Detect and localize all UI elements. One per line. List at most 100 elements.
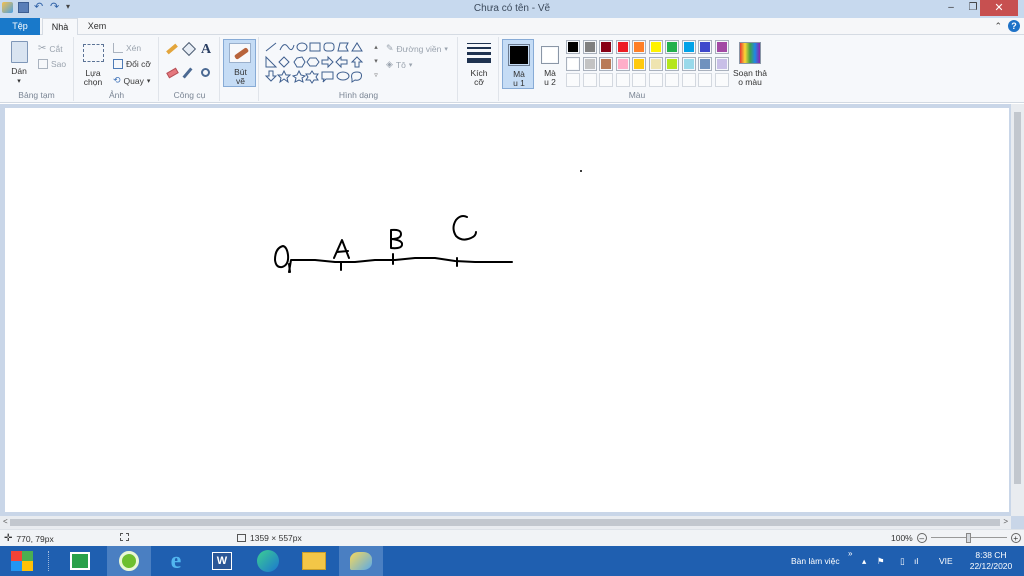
horizontal-scrollbar[interactable]: < >	[0, 516, 1011, 529]
taskbar-store[interactable]	[58, 546, 102, 576]
minimize-button[interactable]: –	[940, 0, 962, 16]
color-picker-icon[interactable]	[182, 67, 193, 79]
axis-line	[288, 257, 513, 273]
taskbar-explorer[interactable]	[292, 546, 336, 576]
palette-swatch[interactable]	[665, 40, 679, 54]
tray-overflow-icon[interactable]: ▴	[862, 546, 866, 576]
language-indicator[interactable]: VIE	[939, 546, 953, 576]
palette-swatch[interactable]	[714, 40, 729, 54]
palette-swatch[interactable]	[714, 73, 729, 87]
tab-file[interactable]: Tệp	[0, 18, 40, 35]
magnifier-icon[interactable]	[201, 68, 210, 77]
taskbar-word[interactable]: W	[200, 546, 244, 576]
chevron-right-icon[interactable]: »	[848, 538, 852, 568]
resize-button[interactable]: Đổi cỡ	[113, 59, 151, 69]
network-icon[interactable]: ıl	[914, 546, 918, 576]
taskbar-gripper	[48, 551, 51, 571]
palette-swatch[interactable]	[714, 56, 729, 71]
rotate-button[interactable]: ⟲ Quay ▾	[113, 75, 150, 86]
palette-swatch[interactable]	[566, 56, 580, 71]
flag-icon[interactable]: ⚑	[877, 546, 885, 576]
palette-swatch[interactable]	[566, 73, 580, 87]
taskbar-edge[interactable]	[246, 546, 290, 576]
palette-swatch[interactable]	[582, 40, 597, 54]
palette-swatch[interactable]	[648, 40, 663, 54]
palette-swatch[interactable]	[681, 40, 696, 54]
horizontal-scroll-thumb[interactable]	[10, 519, 1000, 526]
palette-swatch[interactable]	[582, 73, 597, 87]
brushes-button[interactable]: Bút vẽ	[223, 39, 256, 87]
select-rect-icon	[83, 44, 104, 62]
palette-swatch[interactable]	[632, 73, 646, 87]
drawing-canvas[interactable]: O A B C	[5, 108, 1009, 512]
fill-bucket-icon[interactable]	[181, 41, 197, 57]
palette-swatch-fill	[617, 58, 628, 69]
scroll-right-icon[interactable]: >	[1003, 517, 1008, 526]
shapes-gallery[interactable]	[264, 41, 372, 87]
group-colors: Mà u 1 Mà u 2 Soạn thả o màu Màu	[500, 37, 774, 101]
size-button[interactable]: Kích cỡ	[463, 39, 495, 89]
zoom-slider[interactable]	[930, 533, 1007, 543]
zoom-slider-thumb[interactable]	[965, 533, 971, 543]
crop-icon	[113, 43, 123, 53]
palette-swatch[interactable]	[566, 40, 580, 54]
clock[interactable]: 8:38 CH 22/12/2020	[962, 546, 1020, 576]
palette-swatch[interactable]	[665, 73, 679, 87]
taskbar-coccoc[interactable]	[107, 546, 151, 576]
palette-swatch[interactable]	[582, 56, 597, 71]
palette-swatch[interactable]	[648, 56, 663, 71]
palette-swatch[interactable]	[615, 56, 630, 71]
edit-colors-label-2: o màu	[738, 77, 762, 87]
desktop-toolbar[interactable]: Bàn làm việc	[791, 546, 840, 576]
copy-button[interactable]: Sao	[38, 59, 66, 69]
palette-swatch[interactable]	[681, 73, 696, 87]
palette-swatch[interactable]	[599, 56, 613, 71]
taskbar-ie[interactable]: e	[154, 546, 198, 576]
taskbar-paint[interactable]	[339, 546, 383, 576]
vertical-scroll-thumb[interactable]	[1014, 112, 1021, 484]
eraser-icon[interactable]	[166, 67, 179, 79]
palette-swatch[interactable]	[599, 73, 613, 87]
scroll-left-icon[interactable]: <	[3, 517, 8, 526]
text-tool-icon[interactable]: A	[201, 42, 211, 58]
zoom-in-icon[interactable]: +	[1010, 533, 1021, 543]
zoom-out-icon[interactable]: –	[916, 533, 927, 543]
crop-button[interactable]: Xén	[113, 43, 141, 53]
selection-icon	[120, 533, 129, 541]
palette-swatch[interactable]	[615, 40, 630, 54]
cut-button[interactable]: ✂ Cắt	[38, 43, 63, 54]
edit-colors-button[interactable]: Soạn thả o màu	[730, 39, 770, 89]
collapse-ribbon-icon[interactable]: ⌃	[994, 21, 1002, 32]
palette-swatch[interactable]	[698, 56, 712, 71]
help-icon[interactable]: ?	[1008, 20, 1020, 32]
drawing-strokes: O A B C	[274, 170, 582, 273]
pencil-icon[interactable]	[166, 43, 178, 55]
palette-swatch[interactable]	[698, 40, 712, 54]
stray-dot	[580, 170, 582, 172]
close-button[interactable]: ✕	[980, 0, 1018, 16]
shapes-scroll[interactable]: ▴ ▾ ▿	[372, 41, 380, 87]
start-button[interactable]	[0, 546, 44, 576]
paste-button[interactable]: Dán ▾	[6, 41, 32, 91]
color1-button[interactable]: Mà u 1	[502, 39, 534, 89]
palette-swatch[interactable]	[648, 73, 663, 87]
palette-swatch[interactable]	[681, 56, 696, 71]
palette-swatch[interactable]	[615, 73, 630, 87]
palette-swatch[interactable]	[698, 73, 712, 87]
palette-swatch-fill	[683, 42, 694, 52]
palette-swatch[interactable]	[632, 56, 646, 71]
tab-home[interactable]: Nhà	[42, 18, 78, 35]
palette-swatch[interactable]	[665, 56, 679, 71]
palette-swatch[interactable]	[599, 40, 613, 54]
vertical-scrollbar[interactable]	[1011, 104, 1024, 516]
diamond-shape-icon	[278, 56, 290, 68]
outline-button[interactable]: ✎ Đường viền ▾	[386, 43, 448, 54]
fill-button[interactable]: ◈ Tô ▾	[386, 59, 412, 70]
tab-view[interactable]: Xem	[80, 18, 114, 35]
chevron-down-icon: ▾	[146, 77, 151, 85]
color2-button[interactable]: Mà u 2	[536, 39, 564, 89]
cut-label: Cắt	[49, 43, 63, 54]
battery-icon[interactable]: ▯	[900, 546, 905, 576]
palette-swatch[interactable]	[632, 40, 646, 54]
select-button[interactable]: Lựa chọn	[78, 41, 108, 91]
